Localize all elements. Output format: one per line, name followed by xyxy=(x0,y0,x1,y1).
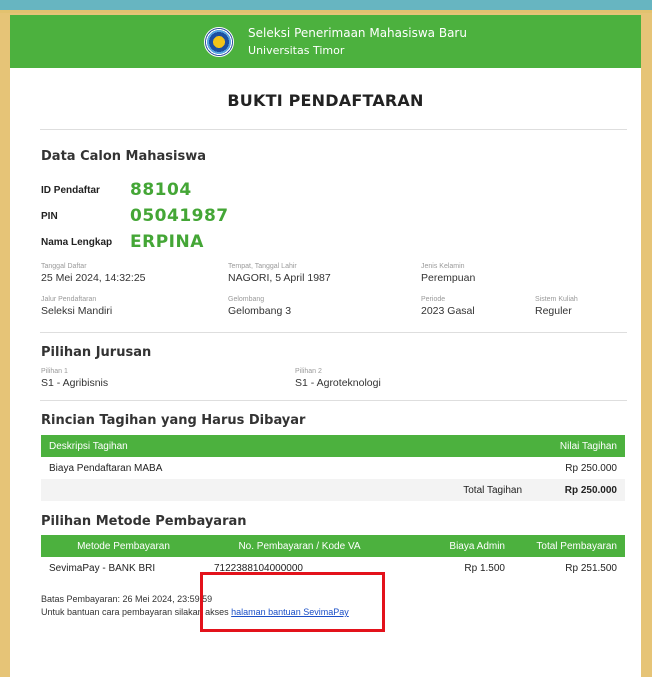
tanggal-daftar-label: Tanggal Daftar xyxy=(41,263,87,270)
col-deskripsi-tagihan: Deskripsi Tagihan xyxy=(41,435,435,457)
kode-va-highlight xyxy=(200,572,385,632)
divider xyxy=(40,129,627,130)
pilihan-1: Pilihan 1 S1 - Agribisnis xyxy=(41,367,295,390)
col-kode-va: No. Pembayaran / Kode VA xyxy=(206,535,393,557)
ttl: Tempat, Tanggal Lahir NAGORI, 5 April 19… xyxy=(228,262,421,285)
ttl-value: NAGORI, 5 April 1987 xyxy=(228,272,331,284)
pilihan-2-label: Pilihan 2 xyxy=(295,368,322,375)
pin-value: 05041987 xyxy=(130,206,229,226)
header-title: Seleksi Penerimaan Mahasiswa Baru xyxy=(248,25,467,40)
nama-value: ERPINA xyxy=(130,232,204,252)
periode-label: Periode xyxy=(421,296,446,303)
meta-row-2: Jalur Pendaftaran Seleksi Mandiri Gelomb… xyxy=(41,295,641,318)
table-header-row: Metode Pembayaran No. Pembayaran / Kode … xyxy=(41,535,625,557)
divider xyxy=(40,332,627,333)
tanggal-daftar-value: 25 Mei 2024, 14:32:25 xyxy=(41,272,146,284)
jalur-pendaftaran: Jalur Pendaftaran Seleksi Mandiri xyxy=(41,295,228,318)
col-total-pembayaran: Total Pembayaran xyxy=(513,535,625,557)
sistem-kuliah: Sistem Kuliah Reguler xyxy=(535,295,578,318)
nama-row: Nama Lengkap ERPINA xyxy=(41,232,641,252)
section-title-jurusan: Pilihan Jurusan xyxy=(41,345,152,360)
biaya-admin-cell: Rp 1.500 xyxy=(464,562,505,574)
tagihan-table: Deskripsi Tagihan Nilai Tagihan Biaya Pe… xyxy=(41,435,625,501)
sistem-kuliah-label: Sistem Kuliah xyxy=(535,296,578,303)
total-tagihan-label: Total Tagihan xyxy=(435,479,530,501)
divider xyxy=(40,400,627,401)
site-header: Seleksi Penerimaan Mahasiswa Baru Univer… xyxy=(10,15,641,68)
jalur-value: Seleksi Mandiri xyxy=(41,305,113,317)
pilihan-2: Pilihan 2 S1 - Agroteknologi xyxy=(295,367,381,390)
nama-label: Nama Lengkap xyxy=(41,236,113,248)
periode-value: 2023 Gasal xyxy=(421,305,475,317)
pilihan-2-value: S1 - Agroteknologi xyxy=(295,377,381,389)
header-subtitle: Universitas Timor xyxy=(248,43,345,57)
tanggal-daftar: Tanggal Daftar 25 Mei 2024, 14:32:25 xyxy=(41,262,228,285)
registration-receipt-page: Seleksi Penerimaan Mahasiswa Baru Univer… xyxy=(10,15,641,677)
ttl-label: Tempat, Tanggal Lahir xyxy=(228,263,297,270)
table-row: Biaya Pendaftaran MABA Rp 250.000 xyxy=(41,457,625,479)
section-title-tagihan: Rincian Tagihan yang Harus Dibayar xyxy=(41,413,306,428)
top-strip xyxy=(0,0,652,13)
section-title-data-calon: Data Calon Mahasiswa xyxy=(41,149,207,164)
jenis-kelamin: Jenis Kelamin Perempuan xyxy=(421,262,475,285)
id-pendaftar-label: ID Pendaftar xyxy=(41,184,100,196)
periode: Periode 2023 Gasal xyxy=(421,295,535,318)
metode-cell: SevimaPay - BANK BRI xyxy=(49,562,156,574)
tagihan-nilai-cell: Rp 250.000 xyxy=(565,462,617,474)
col-metode-pembayaran: Metode Pembayaran xyxy=(41,535,206,557)
sistem-kuliah-value: Reguler xyxy=(535,305,572,317)
page-title: BUKTI PENDAFTARAN xyxy=(227,91,424,110)
jenis-kelamin-value: Perempuan xyxy=(421,272,476,284)
jalur-label: Jalur Pendaftaran xyxy=(41,296,97,303)
pilihan-1-label: Pilihan 1 xyxy=(41,368,68,375)
col-nilai-tagihan: Nilai Tagihan xyxy=(530,435,625,457)
id-pendaftar-row: ID Pendaftar 88104 xyxy=(41,180,641,200)
section-title-pembayaran: Pilihan Metode Pembayaran xyxy=(41,514,247,529)
university-logo xyxy=(204,26,235,57)
jenis-kelamin-label: Jenis Kelamin xyxy=(421,263,465,270)
pin-label: PIN xyxy=(41,210,58,222)
total-pembayaran-cell: Rp 251.500 xyxy=(565,562,617,574)
header-text: Seleksi Penerimaan Mahasiswa Baru Univer… xyxy=(248,25,467,59)
col-biaya-admin: Biaya Admin xyxy=(393,535,513,557)
total-tagihan-value: Rp 250.000 xyxy=(530,479,625,501)
gelombang: Gelombang Gelombang 3 xyxy=(228,295,421,318)
meta-row-1: Tanggal Daftar 25 Mei 2024, 14:32:25 Tem… xyxy=(41,262,641,285)
pin-row: PIN 05041987 xyxy=(41,206,641,226)
table-header-row: Deskripsi Tagihan Nilai Tagihan xyxy=(41,435,625,457)
jurusan-row: Pilihan 1 S1 - Agribisnis Pilihan 2 S1 -… xyxy=(41,367,641,390)
pilihan-1-value: S1 - Agribisnis xyxy=(41,377,109,389)
total-row: Total Tagihan Rp 250.000 xyxy=(41,479,625,501)
tagihan-desc-cell: Biaya Pendaftaran MABA xyxy=(49,462,163,474)
gelombang-value: Gelombang 3 xyxy=(228,305,292,317)
gelombang-label: Gelombang xyxy=(228,296,265,303)
id-pendaftar-value: 88104 xyxy=(130,180,192,200)
